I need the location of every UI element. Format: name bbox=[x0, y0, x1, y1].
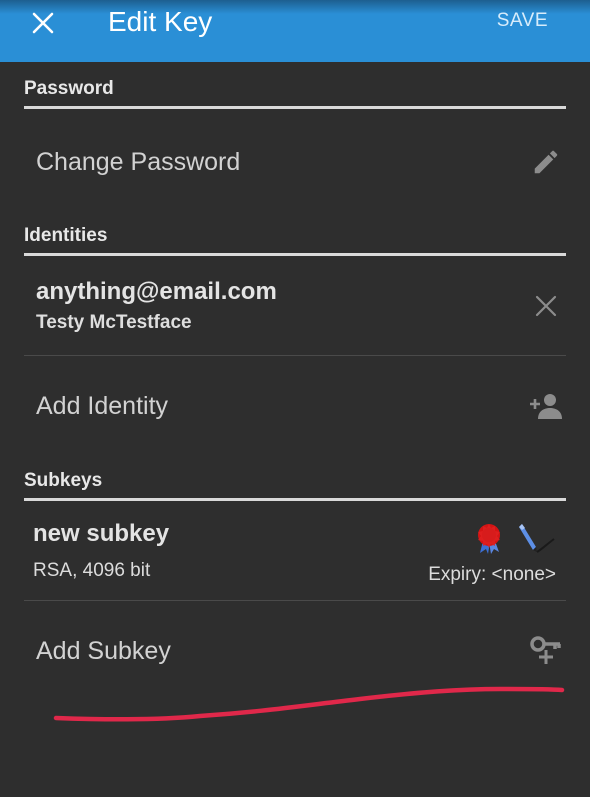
add-key-icon bbox=[530, 636, 561, 664]
identity-email: anything@email.com bbox=[36, 278, 277, 305]
identity-text: anything@email.com Testy McTestface bbox=[24, 278, 277, 334]
subkeys-section-header: Subkeys bbox=[24, 470, 566, 501]
subkey-algorithm: RSA, 4096 bit bbox=[33, 560, 151, 581]
subkey-name: new subkey bbox=[33, 520, 170, 547]
add-subkey-row[interactable]: Add Subkey bbox=[24, 625, 566, 677]
edit-password-button[interactable] bbox=[526, 142, 566, 182]
password-section-header: Password bbox=[24, 78, 566, 109]
close-icon bbox=[535, 295, 557, 317]
subkey-expiry: Expiry: <none> bbox=[428, 564, 556, 585]
sign-pen-icon bbox=[519, 524, 555, 553]
close-button[interactable] bbox=[24, 4, 62, 42]
add-person-icon bbox=[530, 394, 562, 419]
identity-row[interactable]: anything@email.com Testy McTestface bbox=[24, 278, 566, 344]
add-identity-label: Add Identity bbox=[36, 391, 169, 420]
close-icon bbox=[32, 12, 54, 34]
identity-name: Testy McTestface bbox=[36, 312, 192, 333]
app-toolbar: Edit Key SAVE bbox=[0, 0, 590, 62]
add-identity-row[interactable]: Add Identity bbox=[24, 380, 566, 432]
identities-section-header: Identities bbox=[24, 225, 566, 256]
change-password-label: Change Password bbox=[36, 147, 241, 176]
subkey-right: Expiry: <none> bbox=[428, 520, 566, 586]
subkey-capabilities bbox=[474, 520, 556, 556]
change-password-row[interactable]: Change Password bbox=[24, 136, 566, 188]
subkey-divider bbox=[24, 600, 566, 601]
subkey-row[interactable]: new subkey RSA, 4096 bit Expiry: <none> bbox=[24, 520, 566, 590]
add-identity-button[interactable] bbox=[526, 386, 566, 426]
identity-divider bbox=[24, 355, 566, 356]
add-subkey-label: Add Subkey bbox=[36, 636, 171, 665]
subkey-text: new subkey RSA, 4096 bit bbox=[24, 520, 169, 582]
page-title: Edit Key bbox=[108, 6, 213, 37]
save-button[interactable]: SAVE bbox=[497, 9, 548, 33]
add-subkey-button[interactable] bbox=[526, 631, 566, 671]
certify-seal-icon bbox=[478, 524, 500, 554]
pencil-icon bbox=[534, 150, 558, 174]
remove-identity-button[interactable] bbox=[526, 286, 566, 326]
